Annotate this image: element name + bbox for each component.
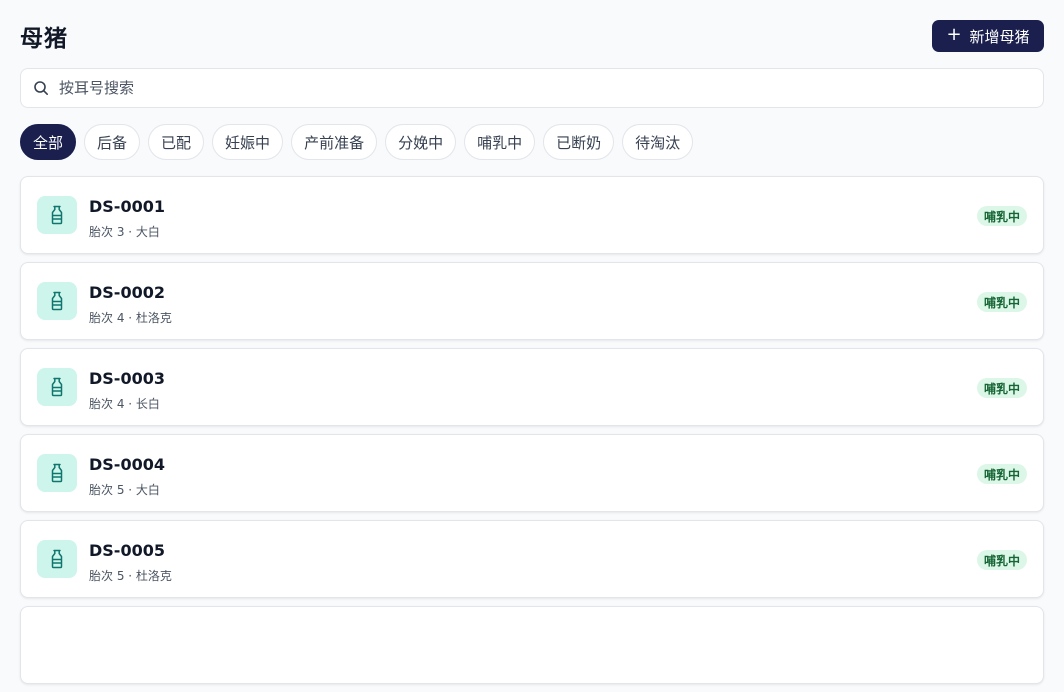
milk-bottle-icon	[37, 282, 77, 320]
sow-ear-tag: DS-0003	[89, 369, 165, 388]
sow-card[interactable]: DS-0004 胎次 5 · 大白 哺乳中	[20, 434, 1044, 512]
filter-chip-6[interactable]: 分娩中	[385, 124, 457, 160]
sow-card[interactable]: DS-0005 胎次 5 · 杜洛克 哺乳中	[20, 520, 1044, 598]
sow-parity-breed: 胎次 5 · 大白	[89, 483, 160, 497]
sow-parity-breed: 胎次 4 · 杜洛克	[89, 311, 172, 325]
sow-parity-breed: 胎次 4 · 长白	[89, 397, 160, 411]
milk-bottle-icon	[37, 540, 77, 578]
filter-chip-2[interactable]: 后备	[84, 124, 141, 160]
milk-bottle-icon	[37, 368, 77, 406]
add-sow-button-label: 新增母猪	[969, 27, 1030, 46]
sow-card[interactable]: DS-0001 胎次 3 · 大白 哺乳中	[20, 176, 1044, 254]
filter-chip-5[interactable]: 产前准备	[291, 124, 378, 160]
sow-card[interactable]: DS-0002 胎次 4 · 杜洛克 哺乳中	[20, 262, 1044, 340]
add-sow-button[interactable]: + 新增母猪	[932, 20, 1044, 52]
status-filter-bar: 全部 后备 已配 妊娠中 产前准备 分娩中 哺乳中 已断奶 待淘汰	[20, 124, 694, 160]
page-header: 母猪 + 新增母猪	[20, 0, 1044, 72]
sow-parity-breed: 胎次 5 · 杜洛克	[89, 569, 172, 583]
status-badge: 哺乳中	[976, 206, 1027, 226]
status-badge: 哺乳中	[976, 550, 1027, 570]
sow-ear-tag: DS-0001	[89, 197, 165, 216]
sow-card[interactable]: DS-0003 胎次 4 · 长白 哺乳中	[20, 348, 1044, 426]
filter-chip-1[interactable]: 全部	[20, 124, 77, 160]
page-title: 母猪	[20, 26, 68, 52]
filter-chip-3[interactable]: 已配	[148, 124, 205, 160]
sow-list: DS-0001 胎次 3 · 大白 哺乳中 DS-0002 胎次 4 · 杜洛克…	[20, 176, 1044, 692]
search-icon	[33, 80, 49, 96]
search-bar	[20, 68, 1044, 108]
sow-parity-breed: 胎次 3 · 大白	[89, 225, 160, 239]
milk-bottle-icon	[37, 196, 77, 234]
sow-ear-tag: DS-0004	[89, 455, 165, 474]
filter-chip-9[interactable]: 待淘汰	[622, 124, 694, 160]
plus-icon: +	[946, 24, 962, 45]
status-badge: 哺乳中	[976, 464, 1027, 484]
sow-ear-tag: DS-0002	[89, 283, 165, 302]
milk-bottle-icon	[37, 454, 77, 492]
filter-chip-7[interactable]: 哺乳中	[464, 124, 536, 160]
filter-chip-4[interactable]: 妊娠中	[212, 124, 284, 160]
status-badge: 哺乳中	[976, 292, 1027, 312]
sow-list-page: 母猪 + 新增母猪 全部后备已配妊娠中产前准备分娩中哺乳中已断奶待淘汰 DS-0…	[20, 0, 1044, 684]
sow-ear-tag: DS-0005	[89, 541, 165, 560]
search-input[interactable]	[57, 78, 1043, 98]
status-badge: 哺乳中	[976, 378, 1027, 398]
filter-chip-8[interactable]: 已断奶	[543, 124, 615, 160]
